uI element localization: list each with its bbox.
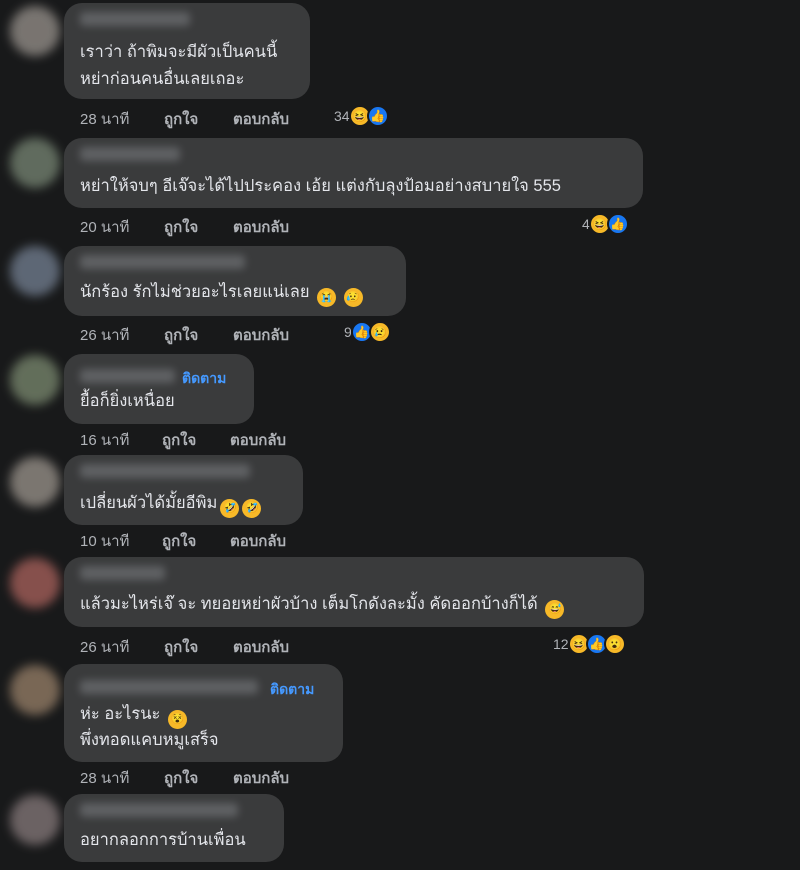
comment-text: อยากลอกการบ้านเพื่อน (80, 831, 246, 849)
comment-bubble: เราว่า ถ้าพิมจะมีผัวเป็นคนนี้ หย่าก่อนคน… (64, 3, 310, 99)
commenter-name-blurred[interactable] (80, 147, 180, 161)
commenter-name-blurred[interactable] (80, 680, 258, 694)
timestamp[interactable]: 28 นาที (80, 766, 129, 790)
reaction-summary[interactable]: 34 😆 👍 (334, 104, 389, 128)
comment-bubble: ติดตาม ยื้อก็ยิ่งเหนื่อย (64, 354, 254, 424)
avatar[interactable] (10, 457, 60, 507)
avatar[interactable] (10, 795, 60, 845)
avatar[interactable] (10, 246, 60, 296)
like-button[interactable]: ถูกใจ (162, 428, 196, 452)
commenter-name-blurred[interactable] (80, 255, 245, 269)
sad-face-icon: 😥 (343, 288, 363, 307)
timestamp[interactable]: 10 นาที (80, 529, 129, 553)
crying-icon: 😭 (317, 288, 337, 307)
comment-text: พึ่งทอดแคบหมูเสร็จ (80, 731, 219, 749)
comment-text-content: นักร้อง รักไม่ช่วยอะไรเลยแน่เลย (80, 283, 310, 301)
commenter-name-blurred[interactable] (80, 369, 175, 383)
timestamp[interactable]: 28 นาที (80, 107, 129, 131)
comment-text: หย่าให้จบๆ อีเจ๊จะได้ไปประคอง เอ้ย แต่งก… (80, 177, 561, 195)
comment-text: แล้วมะไหร่เจ๊ จะ ทยอยหย่าผัวบ้าง เต็มโกด… (80, 591, 565, 619)
sad-icon: 😢 (368, 321, 391, 343)
reaction-count: 12 (553, 636, 569, 652)
reply-button[interactable]: ตอบกลับ (230, 529, 286, 553)
rofl-icon: 🤣 (242, 499, 262, 518)
reply-button[interactable]: ตอบกลับ (230, 428, 286, 452)
timestamp[interactable]: 20 นาที (80, 215, 129, 239)
comment-text: ยื้อก็ยิ่งเหนื่อย (80, 392, 175, 410)
comment-text-content: เปลี่ยนผัวได้มั้ยอีพิม (80, 494, 218, 512)
comment-bubble: เปลี่ยนผัวได้มั้ยอีพิม 🤣 🤣 (64, 455, 303, 525)
comment-bubble: อยากลอกการบ้านเพื่อน (64, 794, 284, 862)
reaction-summary[interactable]: 4 😆 👍 (582, 212, 629, 236)
wow-icon: 😮 (603, 633, 626, 655)
comment-text-content: แล้วมะไหร่เจ๊ จะ ทยอยหย่าผัวบ้าง เต็มโกด… (80, 595, 538, 613)
reply-button[interactable]: ตอบกลับ (233, 215, 289, 239)
comment-bubble: นักร้อง รักไม่ช่วยอะไรเลยแน่เลย 😭 😥 (64, 246, 406, 316)
comment-bubble: หย่าให้จบๆ อีเจ๊จะได้ไปประคอง เอ้ย แต่งก… (64, 138, 643, 208)
like-button[interactable]: ถูกใจ (164, 323, 198, 347)
like-button[interactable]: ถูกใจ (164, 107, 198, 131)
reaction-count: 34 (334, 108, 350, 124)
like-button[interactable]: ถูกใจ (164, 635, 198, 659)
like-button[interactable]: ถูกใจ (164, 215, 198, 239)
reply-button[interactable]: ตอบกลับ (233, 107, 289, 131)
commenter-name-blurred[interactable] (80, 12, 190, 26)
like-button[interactable]: ถูกใจ (164, 766, 198, 790)
comment-text-content: ห่ะ อะไรนะ (80, 705, 161, 723)
reply-button[interactable]: ตอบกลับ (233, 766, 289, 790)
avatar[interactable] (10, 665, 60, 715)
like-icon: 👍 (606, 213, 629, 235)
sweat-smile-icon: 😅 (545, 600, 565, 619)
avatar[interactable] (10, 138, 60, 188)
timestamp[interactable]: 16 นาที (80, 428, 129, 452)
commenter-name-blurred[interactable] (80, 803, 238, 817)
follow-button[interactable]: ติดตาม (182, 368, 226, 390)
commenter-name-blurred[interactable] (80, 566, 165, 580)
reaction-summary[interactable]: 9 👍 😢 (344, 320, 391, 344)
like-button[interactable]: ถูกใจ (162, 529, 196, 553)
reply-button[interactable]: ตอบกลับ (233, 635, 289, 659)
comment-text: ห่ะ อะไรนะ 😵 (80, 701, 187, 729)
avatar[interactable] (10, 355, 60, 405)
reply-button[interactable]: ตอบกลับ (233, 323, 289, 347)
comment-text: เราว่า ถ้าพิมจะมีผัวเป็นคนนี้ (80, 43, 278, 61)
comment-bubble: แล้วมะไหร่เจ๊ จะ ทยอยหย่าผัวบ้าง เต็มโกด… (64, 557, 644, 627)
reaction-summary[interactable]: 12 😆 👍 😮 (553, 632, 626, 656)
avatar[interactable] (10, 558, 60, 608)
timestamp[interactable]: 26 นาที (80, 635, 129, 659)
timestamp[interactable]: 26 นาที (80, 323, 129, 347)
comment-bubble: ติดตาม ห่ะ อะไรนะ 😵 พึ่งทอดแคบหมูเสร็จ (64, 664, 343, 762)
follow-button[interactable]: ติดตาม (270, 679, 314, 701)
comment-text: นักร้อง รักไม่ช่วยอะไรเลยแน่เลย 😭 😥 (80, 279, 363, 307)
rofl-icon: 🤣 (220, 499, 240, 518)
commenter-name-blurred[interactable] (80, 464, 250, 478)
comment-text: หย่าก่อนคนอื่นเลยเถอะ (80, 70, 245, 88)
like-icon: 👍 (366, 105, 389, 127)
comment-text: เปลี่ยนผัวได้มั้ยอีพิม 🤣 🤣 (80, 490, 262, 518)
avatar[interactable] (10, 6, 60, 56)
